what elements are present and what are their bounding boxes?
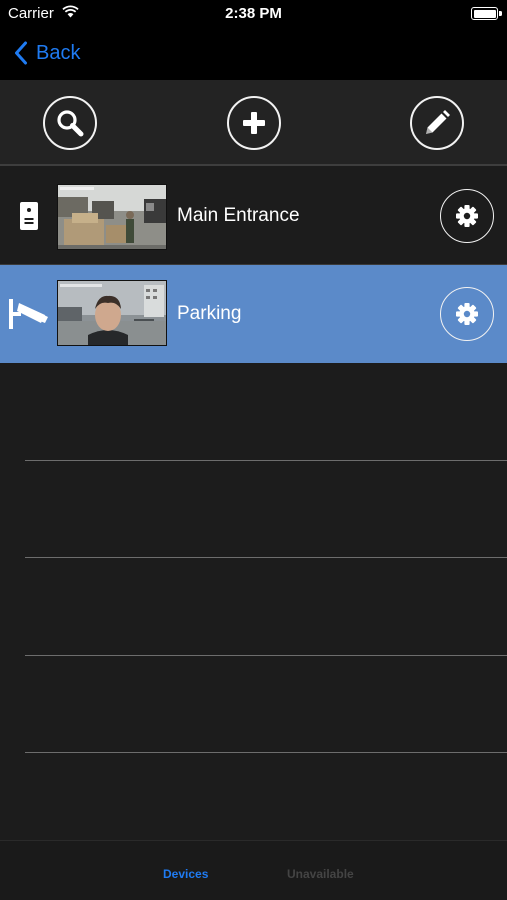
device-settings-button[interactable] — [440, 287, 494, 341]
tab-unavailable[interactable]: Unavailable — [287, 867, 354, 881]
list-separator — [25, 557, 507, 558]
clock-label: 2:38 PM — [225, 5, 282, 22]
camera-thumbnail — [57, 184, 167, 250]
list-separator — [25, 460, 507, 461]
device-name: Main Entrance — [177, 205, 300, 226]
edit-button[interactable] — [410, 96, 464, 150]
plus-icon — [243, 112, 265, 134]
camera-thumbnail — [57, 280, 167, 346]
back-label: Back — [36, 41, 81, 64]
device-row-parking[interactable]: Parking — [0, 265, 507, 363]
gear-icon — [456, 303, 478, 325]
device-settings-button[interactable] — [440, 189, 494, 243]
device-row-main-entrance[interactable]: Main Entrance — [0, 167, 507, 265]
chevron-left-icon — [15, 41, 27, 65]
device-name: Parking — [177, 303, 242, 324]
gear-icon — [456, 205, 478, 227]
door-intercom-icon — [20, 202, 38, 230]
magnifier-icon — [57, 110, 84, 137]
add-device-button[interactable] — [227, 96, 281, 150]
pencil-icon — [426, 110, 450, 134]
tab-bar: Devices Unavailable — [0, 840, 507, 900]
back-button[interactable]: Back — [14, 38, 80, 68]
security-camera-icon — [9, 299, 48, 329]
navigation-bar: Back — [0, 28, 507, 80]
status-bar: Carrier 2:38 PM — [0, 0, 507, 28]
list-separator — [25, 655, 507, 656]
tab-devices[interactable]: Devices — [163, 867, 208, 881]
list-separator — [25, 752, 507, 753]
search-button[interactable] — [43, 96, 97, 150]
toolbar — [0, 80, 507, 166]
battery-icon — [471, 7, 502, 20]
